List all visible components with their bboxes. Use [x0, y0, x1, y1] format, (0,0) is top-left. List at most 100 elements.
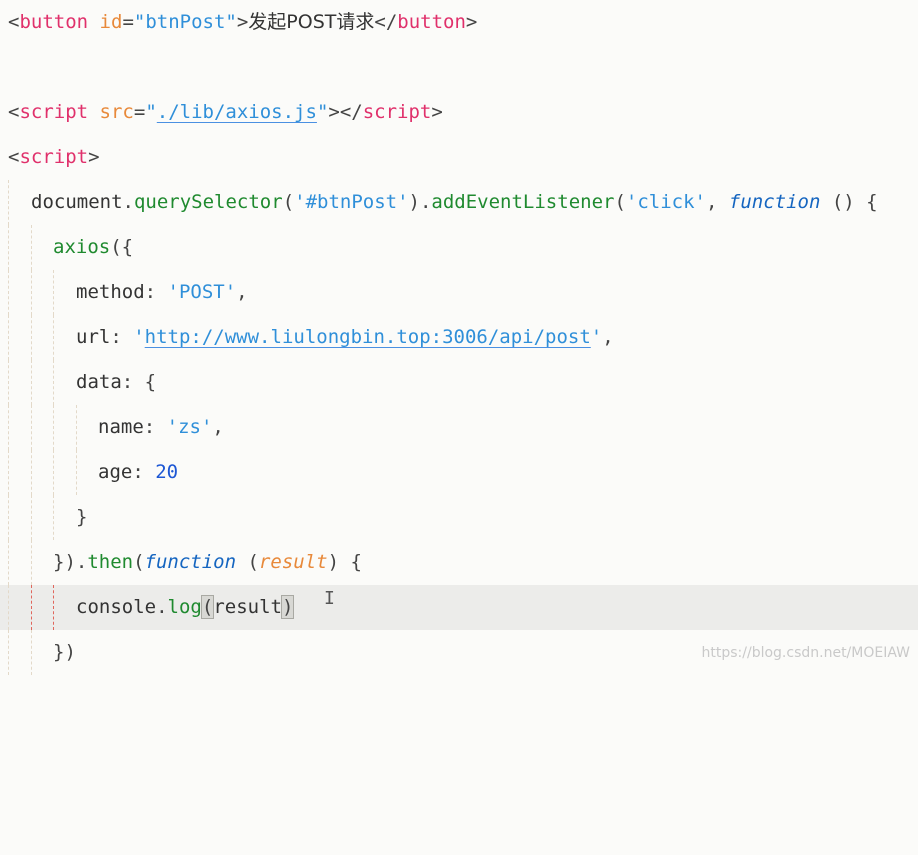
token: "btnPost": [133, 11, 237, 33]
indent-guide: [53, 405, 54, 450]
indent-guide: [31, 225, 32, 270]
matching-bracket: ): [280, 595, 295, 619]
token: ,: [602, 326, 614, 348]
indent-guide: [8, 315, 9, 360]
code-line-5[interactable]: document.querySelector('#btnPost').addEv…: [0, 180, 918, 225]
code-line-13[interactable]: }).then(function (result) {: [0, 540, 918, 585]
code-content: method: 'POST',: [76, 270, 248, 315]
token: :: [143, 416, 167, 438]
token: ({: [110, 236, 134, 258]
code-content: <script>: [8, 135, 100, 180]
code-content: console.log(result): [76, 585, 295, 630]
indent-guide: [8, 180, 9, 225]
text-cursor-icon: I: [324, 588, 335, 609]
code-line-10[interactable]: name: 'zs',: [0, 405, 918, 450]
token: .: [156, 596, 168, 618]
indent-guide: [31, 360, 32, 405]
code-editor[interactable]: <button id="btnPost">发起POST请求</button> <…: [0, 0, 918, 675]
token: >: [465, 11, 478, 33]
token: : {: [121, 371, 157, 393]
token: ,: [705, 191, 729, 213]
indent-guide: [31, 540, 32, 585]
api-url-link[interactable]: http://www.liulongbin.top:3006/api/post: [145, 326, 591, 348]
token: >: [236, 11, 249, 33]
code-line-2[interactable]: [0, 45, 918, 90]
indent-guide: [8, 540, 9, 585]
token: result: [213, 596, 282, 618]
code-content: }: [76, 495, 87, 540]
token: ': [590, 326, 603, 348]
indent-guide: [53, 315, 54, 360]
code-line-11[interactable]: age: 20: [0, 450, 918, 495]
code-line-8[interactable]: url: 'http://www.liulongbin.top:3006/api…: [0, 315, 918, 360]
token: 发起POST请求: [248, 11, 375, 33]
token: :: [110, 326, 134, 348]
token: .: [122, 191, 134, 213]
token: age: [98, 461, 133, 483]
indent-guide: [53, 450, 54, 495]
indent-guide: [8, 270, 9, 315]
token: document: [31, 191, 123, 213]
token: ": [316, 101, 329, 123]
indent-guide: [31, 405, 32, 450]
code-content: age: 20: [98, 450, 178, 495]
token: console: [76, 596, 157, 618]
token: 'POST': [167, 281, 237, 303]
token: ) {: [327, 551, 362, 573]
token: addEventListener: [431, 191, 615, 213]
token: ).: [408, 191, 432, 213]
code-content: }): [53, 630, 76, 675]
indent-guide: [31, 315, 32, 360]
indent-guide: [8, 225, 9, 270]
indent-guide-active: [31, 585, 32, 630]
token: function: [728, 191, 821, 213]
token: then: [87, 551, 134, 573]
code-line-12[interactable]: }: [0, 495, 918, 540]
token: data: [76, 371, 122, 393]
token: button: [397, 11, 466, 33]
code-line-1[interactable]: <button id="btnPost">发起POST请求</button>: [0, 0, 918, 45]
token: <: [8, 11, 20, 33]
token: =: [133, 101, 146, 123]
code-content: url: 'http://www.liulongbin.top:3006/api…: [76, 315, 614, 360]
token: </: [374, 11, 398, 33]
code-line-3[interactable]: <script src="./lib/axios.js"></script>: [0, 90, 918, 135]
token: }: [76, 506, 88, 528]
token: :: [132, 461, 156, 483]
matching-bracket: (: [200, 595, 215, 619]
indent-guide: [53, 495, 54, 540]
indent-guide: [31, 450, 32, 495]
code-content: name: 'zs',: [98, 405, 224, 450]
code-line-9[interactable]: data: {: [0, 360, 918, 405]
token: 'click': [625, 191, 706, 213]
token: }): [53, 641, 76, 663]
code-line-6[interactable]: axios({: [0, 225, 918, 270]
script-src-link[interactable]: ./lib/axios.js: [157, 101, 317, 123]
token: >: [88, 146, 100, 168]
token: (: [282, 191, 295, 213]
token: log: [167, 596, 202, 618]
token: =: [122, 11, 134, 33]
token: ,: [212, 416, 224, 438]
indent-guide: [8, 495, 9, 540]
token: url: [76, 326, 111, 348]
indent-guide: [76, 405, 77, 450]
code-content: document.querySelector('#btnPost').addEv…: [31, 180, 878, 225]
code-line-7[interactable]: method: 'POST',: [0, 270, 918, 315]
token: result: [258, 551, 328, 573]
token: <: [8, 146, 20, 168]
indent-guide-active: [53, 585, 54, 630]
code-content: data: {: [76, 360, 156, 405]
token: src: [99, 101, 134, 123]
indent-guide: [31, 630, 32, 675]
token: :: [144, 281, 168, 303]
code-line-4[interactable]: <script>: [0, 135, 918, 180]
token: script: [19, 101, 89, 123]
token: function: [144, 551, 237, 573]
indent-guide: [53, 270, 54, 315]
indent-guide: [8, 450, 9, 495]
indent-guide: [8, 405, 9, 450]
token: querySelector: [133, 191, 283, 213]
code-line-14-current[interactable]: console.log(result): [0, 585, 918, 630]
